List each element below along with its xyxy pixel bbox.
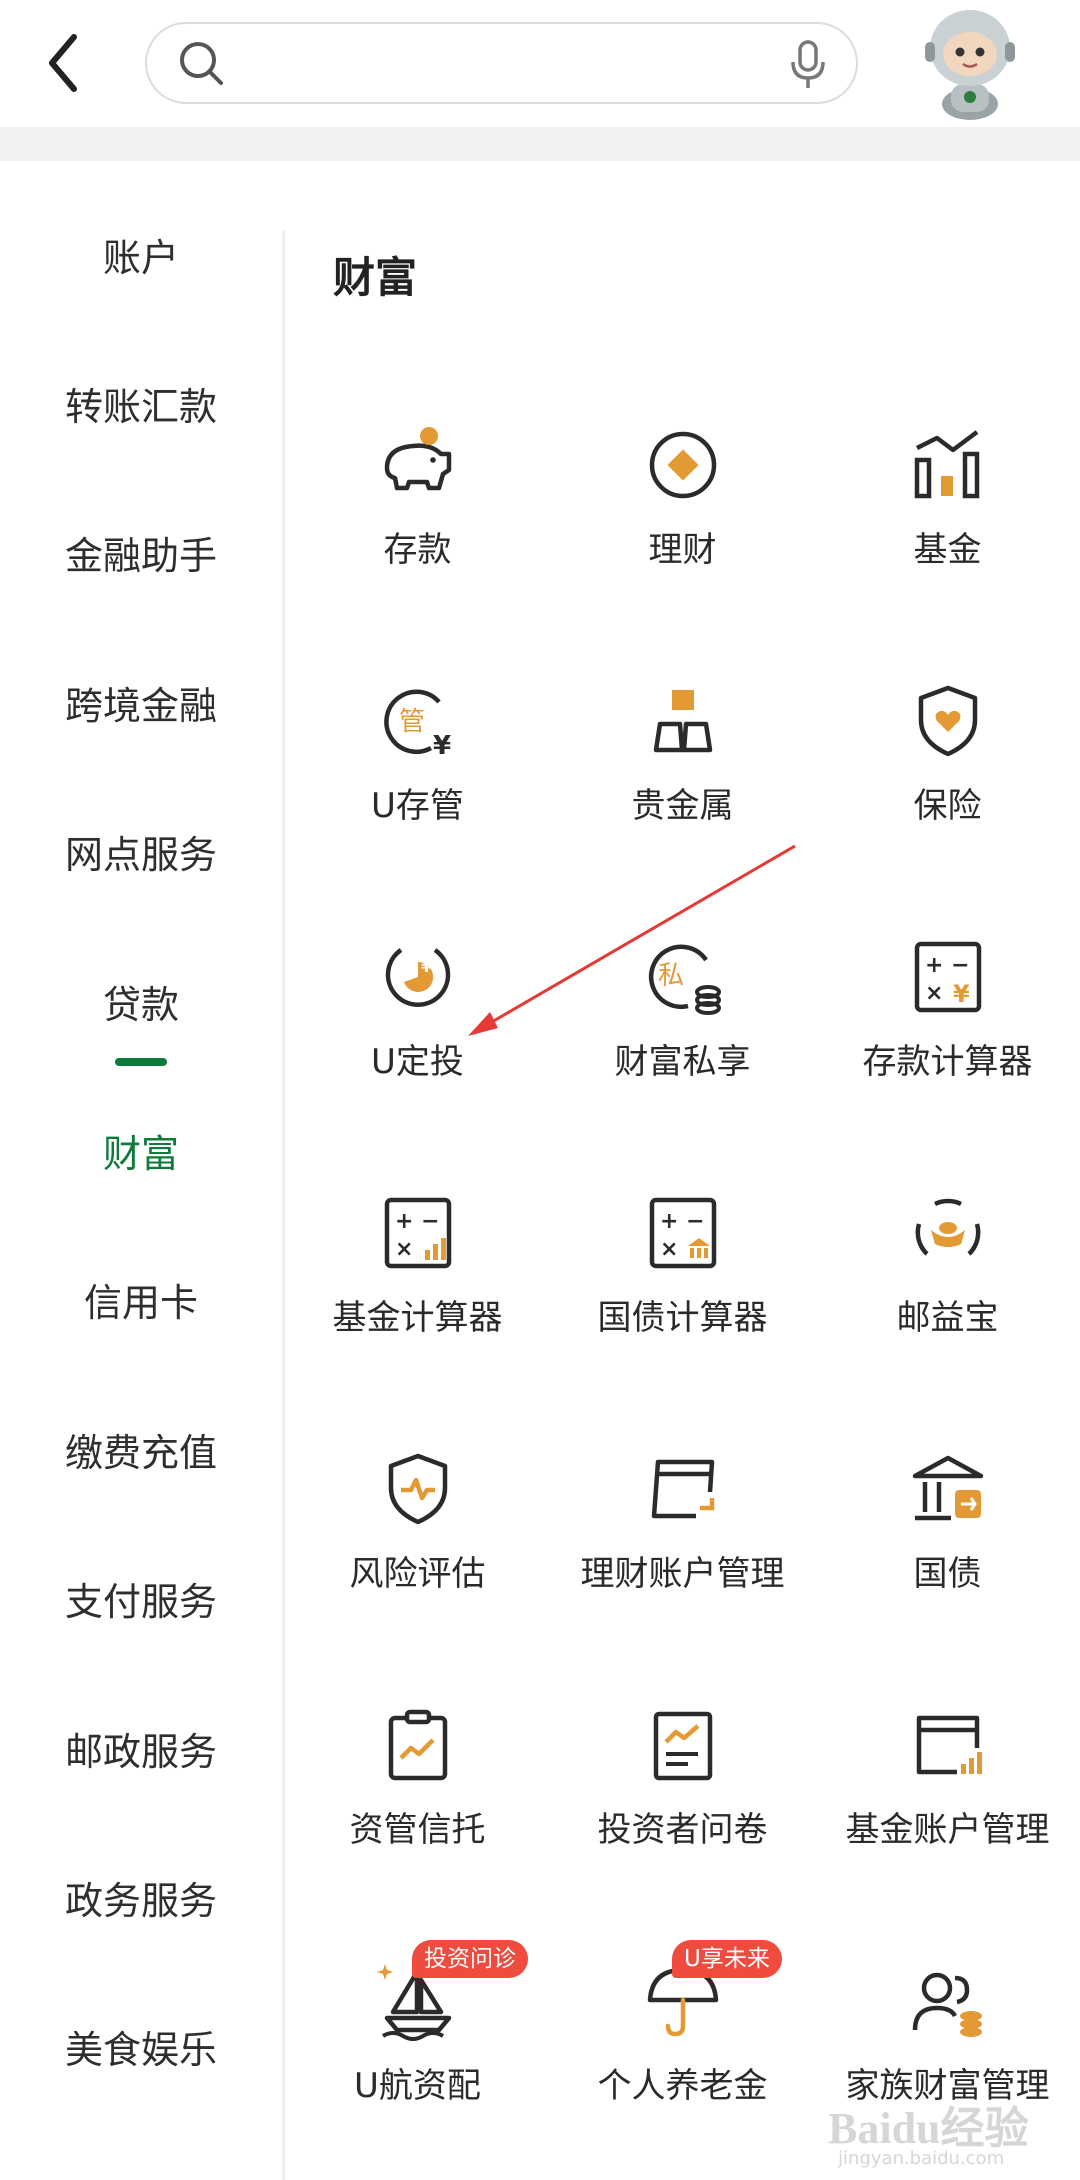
- sidebar-item-food[interactable]: 美食娱乐: [0, 2010, 282, 2090]
- pie-yen-icon: ¥: [385, 948, 451, 1007]
- grid-item-label: 存款: [383, 530, 452, 570]
- card-chart-icon: [916, 1715, 982, 1775]
- svg-text:×: ×: [660, 1237, 678, 1262]
- sidebar-item-account[interactable]: 账户: [0, 218, 282, 298]
- shield-heart-icon: [918, 685, 978, 757]
- grid-item-fund[interactable]: 基金: [815, 424, 1080, 624]
- grid-item-label: 邮益宝: [896, 1298, 999, 1338]
- grid-item-bond-calc[interactable]: + − × 国债计算器: [550, 1192, 815, 1392]
- svg-text:¥: ¥: [421, 957, 432, 976]
- sidebar-item-loan[interactable]: 贷款: [0, 965, 282, 1045]
- custody-yen-icon: 管 ¥: [384, 689, 451, 761]
- grid-item-label: 保险: [913, 786, 982, 826]
- category-sidebar: 账户 转账汇款 金融助手 跨境金融 网点服务 贷款 财富 信用卡 缴费充值 支付…: [0, 161, 282, 2180]
- grid-item-risk-assess[interactable]: 风险评估: [285, 1448, 550, 1648]
- svg-text:¥: ¥: [953, 980, 970, 1008]
- svg-text:+ −: + −: [660, 1209, 705, 1234]
- top-bar: [0, 0, 1080, 127]
- grid-item-asset-trust[interactable]: 资管信托: [285, 1704, 550, 1904]
- microphone-icon[interactable]: [785, 38, 831, 92]
- svg-text:×: ×: [395, 1237, 413, 1262]
- grid-item-label: 投资者问卷: [597, 1810, 768, 1850]
- grid-item-label: 理财账户管理: [580, 1554, 785, 1594]
- grid-item-label: U存管: [371, 786, 464, 826]
- grid-item-investor-survey[interactable]: 投资者问卷: [550, 1704, 815, 1904]
- sidebar-item-gov[interactable]: 政务服务: [0, 1861, 282, 1941]
- grid-item-label: 理财: [648, 530, 717, 570]
- ingot-cycle-icon: [915, 1198, 981, 1256]
- grid-item-treasury[interactable]: 国债: [815, 1448, 1080, 1648]
- grid-item-label: 资管信托: [349, 1810, 486, 1850]
- grid-item-fund-account[interactable]: 基金账户管理: [815, 1704, 1080, 1904]
- grid-item-fund-calc[interactable]: + − × 基金计算器: [285, 1192, 550, 1392]
- header-divider: [0, 127, 1080, 161]
- svg-text:管: 管: [399, 707, 425, 737]
- gold-bars-icon: [653, 690, 713, 753]
- grid-item-wm-account[interactable]: 理财账户管理: [550, 1448, 815, 1648]
- grid-item-label: 财富私享: [614, 1042, 751, 1082]
- sidebar-item-postal[interactable]: 邮政服务: [0, 1712, 282, 1792]
- sidebar-item-credit-card[interactable]: 信用卡: [0, 1263, 282, 1343]
- bank-building-icon: [912, 1455, 984, 1521]
- sidebar-item-branch[interactable]: 网点服务: [0, 815, 282, 895]
- grid-item-label: 国债: [913, 1554, 982, 1594]
- svg-text:+ −: + −: [395, 1209, 440, 1234]
- clipboard-trend-icon: [388, 1709, 448, 1781]
- sidebar-item-transfer[interactable]: 转账汇款: [0, 367, 282, 447]
- grid-item-wealth-mgmt[interactable]: 理财: [550, 424, 815, 624]
- grid-item-label: 基金计算器: [332, 1298, 503, 1338]
- grid-item-insurance[interactable]: 保险: [815, 680, 1080, 880]
- grid-item-label: 贵金属: [631, 786, 734, 826]
- grid-item-label: 国债计算器: [597, 1298, 768, 1338]
- grid-item-label: U定投: [371, 1042, 464, 1082]
- sidebar-item-pay-service[interactable]: 支付服务: [0, 1562, 282, 1642]
- sidebar-item-payments[interactable]: 缴费充值: [0, 1413, 282, 1493]
- grid-item-label: 个人养老金: [597, 2066, 768, 2106]
- calculator-chart-icon: + − ×: [384, 1197, 452, 1269]
- search-icon: [180, 42, 223, 85]
- document-chart-icon: [653, 1711, 713, 1781]
- grid-item-deposit-calc[interactable]: + − × ¥ 存款计算器: [815, 936, 1080, 1136]
- grid-item-u-voyage[interactable]: 投资问诊 U航资配: [285, 1940, 550, 2160]
- bar-chart-trend-icon: [914, 430, 980, 499]
- sidebar-item-wealth[interactable]: 财富: [0, 1114, 282, 1194]
- grid-item-label: 存款计算器: [862, 1042, 1033, 1082]
- sidebar-item-cross-border[interactable]: 跨境金融: [0, 666, 282, 746]
- svg-text:×: ×: [925, 981, 943, 1006]
- search-bar[interactable]: [145, 22, 858, 104]
- grid-item-youyibao[interactable]: 邮益宝: [815, 1192, 1080, 1392]
- account-card-icon: [651, 1459, 715, 1519]
- chevron-left-icon[interactable]: [40, 25, 92, 101]
- watermark-url: jingyan.baidu.com: [838, 2148, 1005, 2169]
- active-indicator: [115, 1058, 167, 1066]
- promo-badge: 投资问诊: [412, 1940, 528, 1978]
- grid-item-label: 风险评估: [349, 1554, 486, 1594]
- piggy-bank-icon: [384, 427, 452, 491]
- shield-pulse-icon: [388, 1453, 448, 1525]
- annotation-arrow: [468, 844, 796, 1036]
- sidebar-item-finance-assist[interactable]: 金融助手: [0, 516, 282, 596]
- family-coins-icon: [912, 1972, 982, 2037]
- baidu-jingyan-watermark: Baidu经验: [828, 2104, 1029, 2153]
- grid-item-deposit[interactable]: 存款: [285, 424, 550, 624]
- diamond-coin-icon: [649, 431, 717, 499]
- svg-text:+ −: + −: [925, 953, 970, 978]
- grid-item-label: U航资配: [354, 2066, 481, 2106]
- search-input[interactable]: [239, 34, 783, 94]
- svg-text:¥: ¥: [433, 731, 451, 761]
- grid-item-label: 基金账户管理: [845, 1810, 1050, 1850]
- robot-mascot-icon[interactable]: [915, 6, 1025, 121]
- calculator-bank-icon: + − ×: [649, 1197, 717, 1269]
- grid-item-label: 基金: [913, 530, 982, 570]
- calculator-yen-icon: + − × ¥: [914, 941, 982, 1013]
- grid-item-personal-pension[interactable]: U享未来 个人养老金: [550, 1940, 815, 2160]
- section-title: 财富: [333, 253, 418, 302]
- promo-badge: U享未来: [672, 1940, 782, 1978]
